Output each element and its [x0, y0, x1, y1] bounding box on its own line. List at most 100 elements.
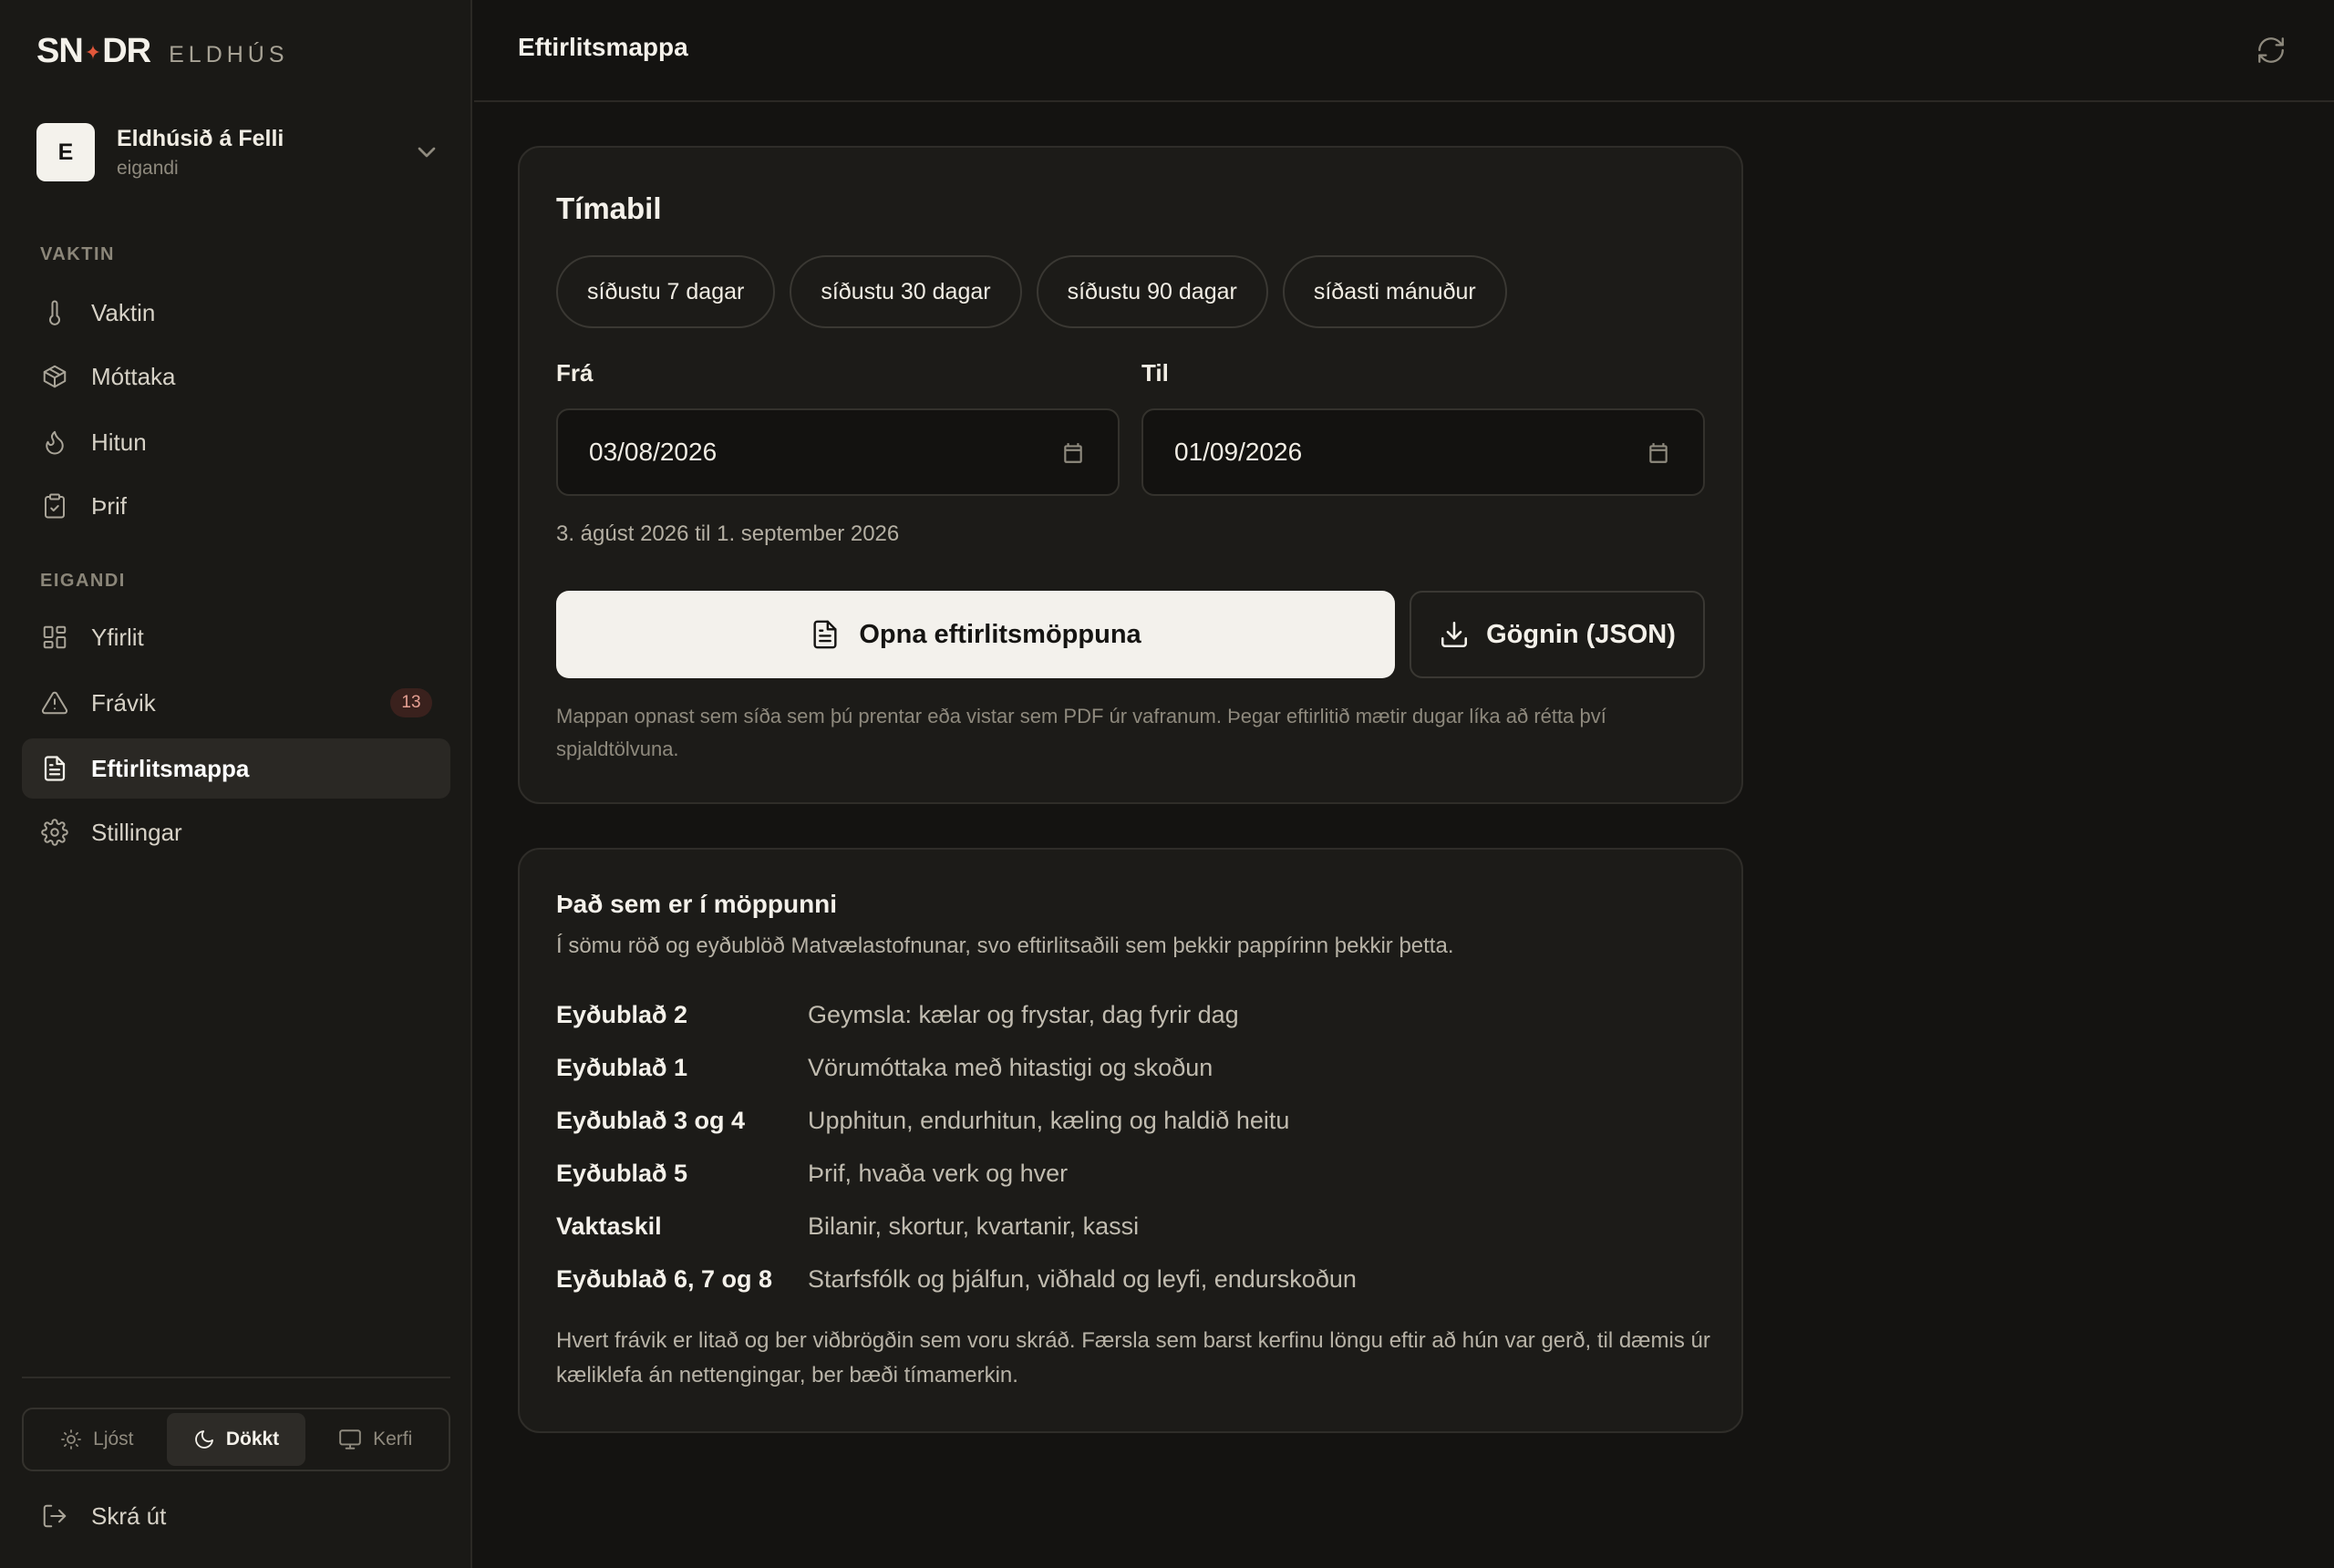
form-row: Vaktaskil Bilanir, skortur, kvartanir, k… [556, 1200, 1714, 1253]
nav-item-label: Vaktin [91, 298, 156, 326]
nav-item-hitun[interactable]: Hitun [22, 412, 450, 472]
workspace-role: eigandi [117, 157, 179, 179]
period-title: Tímabil [556, 191, 662, 225]
document-icon [40, 754, 69, 783]
calendar-icon[interactable] [1061, 441, 1085, 465]
period-card: Tímabil síðustu 7 dagar síðustu 30 dagar… [518, 146, 1743, 804]
brand-subtitle: ELDHÚS [169, 41, 289, 67]
form-description: Starfsfólk og þjálfun, viðhald og leyfi,… [808, 1264, 1357, 1293]
period-presets: síðustu 7 dagar síðustu 30 dagar síðustu… [556, 255, 1507, 328]
form-list: Eyðublað 2 Geymsla: kælar og frystar, da… [556, 988, 1714, 1305]
form-row: Eyðublað 3 og 4 Upphitun, endurhitun, kæ… [556, 1094, 1714, 1147]
nav-item-label: Yfirlit [91, 623, 144, 651]
theme-option-system[interactable]: Kerfi [305, 1413, 445, 1466]
to-date-input[interactable]: 01/09/2026 [1141, 408, 1705, 496]
form-row: Eyðublað 1 Vörumóttaka með hitastigi og … [556, 1041, 1714, 1094]
preset-chip[interactable]: síðustu 7 dagar [556, 255, 776, 328]
fravik-count-badge: 13 [390, 688, 432, 717]
section-label-eigandi: EIGANDI [40, 571, 126, 591]
theme-option-label: Kerfi [373, 1429, 413, 1449]
logout-button[interactable]: Skrá út [22, 1486, 450, 1546]
from-date-value: 03/08/2026 [589, 438, 718, 466]
nav-item-eftirlitsmappa[interactable]: Eftirlitsmappa [22, 738, 450, 799]
page-title: Eftirlitsmappa [518, 33, 688, 61]
document-icon [813, 620, 837, 649]
download-icon [1441, 621, 1468, 648]
form-description: Þrif, hvaða verk og hver [808, 1159, 1069, 1187]
form-description: Bilanir, skortur, kvartanir, kassi [808, 1212, 1140, 1240]
theme-option-label: Dökkt [225, 1429, 280, 1449]
form-row: Eyðublað 2 Geymsla: kælar og frystar, da… [556, 988, 1714, 1041]
form-name: Eyðublað 5 [556, 1159, 688, 1187]
contents-card: Það sem er í möppunni Í sömu röð og eyðu… [518, 848, 1743, 1433]
nav-item-yfirlit[interactable]: Yfirlit [22, 607, 450, 667]
selected-range-text: 3. ágúst 2026 til 1. september 2026 [556, 521, 900, 546]
to-label: Til [1141, 359, 1169, 387]
nav-item-stillingar[interactable]: Stillingar [22, 802, 450, 862]
thermometer-icon [40, 298, 69, 327]
nav-item-thrif[interactable]: Þrif [22, 476, 450, 536]
grid-icon [40, 623, 69, 652]
nav-item-fravik[interactable]: Frávik 13 [22, 673, 450, 733]
sidebar-divider [22, 1377, 450, 1378]
chevron-down-icon [412, 138, 441, 167]
form-description: Geymsla: kælar og frystar, dag fyrir dag [808, 1000, 1239, 1028]
nav-item-label: Móttaka [91, 362, 176, 390]
gear-icon [40, 818, 69, 847]
sun-icon [61, 1429, 82, 1449]
workspace-avatar: E [36, 123, 95, 181]
form-name: Vaktaskil [556, 1212, 662, 1240]
brand-logo: SN ✦ DR ELDHÚS [36, 29, 289, 73]
preset-chip[interactable]: síðustu 30 dagar [790, 255, 1022, 328]
brand-mark: SN ✦ DR [36, 31, 151, 71]
contents-subtitle: Í sömu röð og eyðublöð Matvælastofnunar,… [556, 934, 1454, 958]
theme-option-dark[interactable]: Dökkt [166, 1413, 306, 1466]
workspace-switcher[interactable]: E Eldhúsið á Felli eigandi [36, 122, 441, 182]
form-name: Eyðublað 1 [556, 1053, 688, 1081]
workspace-name: Eldhúsið á Felli [117, 125, 284, 151]
form-description: Upphitun, endurhitun, kæling og haldið h… [808, 1106, 1290, 1134]
form-name: Eyðublað 6, 7 og 8 [556, 1264, 773, 1293]
help-text: Mappan opnast sem síða sem þú prentar eð… [556, 705, 1606, 760]
from-date-input[interactable]: 03/08/2026 [556, 408, 1120, 496]
open-folder-button[interactable]: Opna eftirlitsmöppuna [556, 591, 1395, 678]
package-icon [40, 362, 69, 391]
to-date-value: 01/09/2026 [1174, 438, 1303, 466]
brand-mark-right: DR [102, 31, 151, 70]
theme-option-light[interactable]: Ljóst [27, 1413, 167, 1466]
form-description: Vörumóttaka með hitastigi og skoðun [808, 1053, 1213, 1081]
nav-item-vaktin[interactable]: Vaktin [22, 283, 450, 343]
nav-item-mottaka[interactable]: Móttaka [22, 346, 450, 407]
contents-title: Það sem er í möppunni [556, 890, 838, 918]
preset-chip[interactable]: síðasti mánuður [1282, 255, 1507, 328]
logout-label: Skrá út [91, 1501, 167, 1530]
section-label-vaktin: VAKTIN [40, 244, 115, 264]
download-json-button[interactable]: Gögnin (JSON) [1410, 591, 1705, 678]
nav-item-label: Eftirlitsmappa [91, 754, 250, 782]
topbar: Eftirlitsmappa [474, 0, 2334, 102]
calendar-icon[interactable] [1647, 441, 1670, 465]
form-name: Eyðublað 2 [556, 1000, 688, 1028]
theme-option-label: Ljóst [93, 1429, 134, 1449]
flame-icon [40, 428, 69, 457]
refresh-icon[interactable] [2256, 35, 2287, 66]
preset-chip[interactable]: síðustu 90 dagar [1036, 255, 1268, 328]
form-name: Eyðublað 3 og 4 [556, 1106, 746, 1134]
moon-icon [195, 1430, 213, 1449]
nav-item-label: Frávik [91, 688, 156, 717]
download-json-label: Gögnin (JSON) [1486, 619, 1676, 649]
clipboard-check-icon [40, 491, 69, 521]
open-folder-label: Opna eftirlitsmöppuna [859, 619, 1141, 649]
form-row: Eyðublað 6, 7 og 8 Starfsfólk og þjálfun… [556, 1253, 1714, 1305]
sidebar: SN ✦ DR ELDHÚS E Eldhúsið á Felli eigand… [0, 0, 472, 1568]
nav-item-label: Stillingar [91, 818, 182, 846]
brand-star-icon: ✦ [84, 41, 101, 64]
theme-switch: Ljóst Dökkt Kerfi [22, 1408, 450, 1471]
nav-item-label: Hitun [91, 428, 147, 456]
warning-icon [40, 688, 69, 717]
brand-mark-left: SN [36, 31, 84, 70]
nav-item-label: Þrif [91, 491, 127, 520]
monitor-icon [339, 1429, 361, 1449]
from-label: Frá [556, 359, 594, 387]
logout-icon [40, 1501, 69, 1531]
